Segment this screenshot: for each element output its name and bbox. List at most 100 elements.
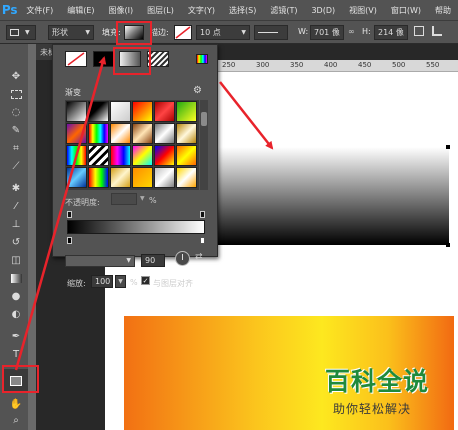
opacity-stop-left[interactable] [67, 211, 72, 218]
gradient-fill-panel: 渐变 ⚙ 不透明度: ▼ % ▼ 90 ⇄ 缩放: 100 ▼ % ✓ 与图层对… [52, 44, 218, 288]
gradient-preset[interactable] [176, 167, 197, 188]
pen-tool-icon[interactable]: ✒ [6, 326, 26, 346]
clone-stamp-tool-icon[interactable]: ⊥ [6, 214, 26, 234]
menu-layer[interactable]: 图层(L) [140, 5, 181, 16]
gradient-preset[interactable] [154, 123, 175, 144]
menu-view[interactable]: 视图(V) [342, 5, 384, 16]
gradient-preset[interactable] [110, 123, 131, 144]
path-operations-icon[interactable] [414, 26, 424, 36]
dodge-tool-icon[interactable]: ◐ [6, 304, 26, 324]
gradient-preset[interactable] [88, 145, 109, 166]
menu-type[interactable]: 文字(Y) [181, 5, 222, 16]
menu-file[interactable]: 文件(F) [19, 5, 60, 16]
eraser-tool-icon[interactable]: ◫ [6, 250, 26, 270]
line-style-icon [258, 32, 278, 33]
menu-filter[interactable]: 滤镜(T) [263, 5, 304, 16]
gradient-preset[interactable] [176, 145, 197, 166]
blur-tool-icon[interactable]: ● [6, 286, 26, 306]
chevron-down-icon: ▼ [25, 29, 30, 36]
reverse-gradient-icon[interactable]: ⇄ [195, 252, 203, 262]
menu-3d[interactable]: 3D(D) [304, 6, 342, 15]
menu-select[interactable]: 选择(S) [222, 5, 263, 16]
path-align-icon[interactable] [432, 26, 442, 36]
quick-select-tool-icon[interactable]: ✎ [6, 120, 26, 140]
menu-help[interactable]: 帮助 [428, 5, 458, 16]
gradient-preset[interactable] [132, 123, 153, 144]
no-fill-button[interactable] [65, 51, 87, 67]
crop-tool-icon[interactable]: ⌗ [6, 138, 26, 158]
tool-preset-picker[interactable]: ▼ [6, 25, 36, 40]
gradient-filled-rectangle-shape[interactable] [216, 147, 449, 245]
gradient-preset[interactable] [132, 145, 153, 166]
gradient-preset[interactable] [154, 167, 175, 188]
shape-mode-value: 形状 [52, 28, 68, 37]
height-label: H: [362, 27, 371, 36]
ruler-number: 500 [392, 61, 406, 69]
height-field[interactable]: 214 像 [374, 25, 408, 40]
link-icon[interactable]: ∞ [348, 27, 355, 36]
opacity-stop-right[interactable] [200, 211, 205, 218]
align-with-layer-checkbox[interactable]: ✓ [141, 276, 150, 285]
stroke-swatch[interactable] [174, 25, 192, 40]
transform-handle[interactable] [446, 145, 450, 149]
move-tool-icon[interactable]: ✥ [6, 66, 26, 86]
width-label: W: [298, 27, 309, 36]
history-brush-tool-icon[interactable]: ↺ [6, 232, 26, 252]
color-stop-left[interactable] [67, 237, 72, 244]
gradient-preset[interactable] [154, 145, 175, 166]
gradient-preset[interactable] [88, 167, 109, 188]
eyedropper-tool-icon[interactable]: ⟋ [6, 156, 26, 176]
gradient-preset[interactable] [66, 123, 87, 144]
gradient-preset[interactable] [110, 167, 131, 188]
transform-handle[interactable] [446, 243, 450, 247]
gradient-preset[interactable] [110, 145, 131, 166]
chevron-down-icon[interactable]: ▼ [115, 275, 126, 288]
gradient-preset[interactable] [110, 101, 131, 122]
lasso-tool-icon[interactable]: ◌ [6, 102, 26, 122]
marquee-tool-icon[interactable] [6, 84, 26, 104]
gradient-button-highlight-box [113, 47, 151, 75]
gradient-preset[interactable] [154, 101, 175, 122]
menu-window[interactable]: 窗口(W) [384, 5, 428, 16]
chevron-down-icon[interactable]: ▼ [140, 195, 145, 202]
gradient-preset[interactable] [132, 167, 153, 188]
color-stop-right[interactable] [200, 237, 205, 244]
solid-color-button[interactable] [93, 51, 115, 67]
photoshop-logo: Ps [1, 3, 18, 17]
gradient-preset[interactable] [88, 101, 109, 122]
scale-field[interactable]: 100 [91, 275, 113, 288]
gradient-type-select[interactable]: ▼ [65, 255, 135, 267]
gradient-editor-bar[interactable] [67, 220, 205, 234]
type-tool-icon[interactable]: T [6, 344, 26, 364]
gradient-preset[interactable] [66, 101, 87, 122]
color-picker-icon[interactable] [196, 54, 208, 64]
gear-icon[interactable]: ⚙ [193, 85, 202, 96]
gradient-preset[interactable] [66, 167, 87, 188]
preset-scrollbar[interactable] [200, 100, 208, 190]
gradient-preset[interactable] [132, 101, 153, 122]
brush-tool-icon[interactable]: ⁄ [6, 196, 26, 216]
gradient-preset[interactable] [176, 123, 197, 144]
scale-label: 缩放: [67, 279, 86, 288]
zoom-tool-icon[interactable]: ⌕ [6, 410, 26, 430]
gradient-preset[interactable] [176, 101, 197, 122]
gradient-tool-icon[interactable] [6, 268, 26, 288]
gradient-preset[interactable] [88, 123, 109, 144]
angle-dial-icon[interactable] [175, 251, 190, 266]
opacity-unit: % [149, 196, 157, 205]
opacity-field[interactable] [111, 193, 137, 205]
width-field[interactable]: 701 像 [310, 25, 344, 40]
gradient-preset[interactable] [66, 145, 87, 166]
stroke-size-field[interactable]: 10 点 ▼ [196, 25, 250, 40]
gradient-label: 渐变 [65, 88, 81, 97]
stroke-label: 描边: [150, 28, 169, 37]
menu-image[interactable]: 图像(I) [102, 5, 141, 16]
stroke-type-select[interactable] [254, 25, 288, 40]
watermark-subtitle: 助你轻松解决 [333, 402, 412, 416]
menu-edit[interactable]: 编辑(E) [60, 5, 101, 16]
shape-mode-select[interactable]: 形状 ▼ [48, 25, 94, 40]
scrollbar-thumb[interactable] [201, 112, 207, 126]
ruler-number: 400 [324, 61, 338, 69]
angle-field[interactable]: 90 [141, 254, 165, 267]
healing-brush-tool-icon[interactable]: ✱ [6, 178, 26, 198]
